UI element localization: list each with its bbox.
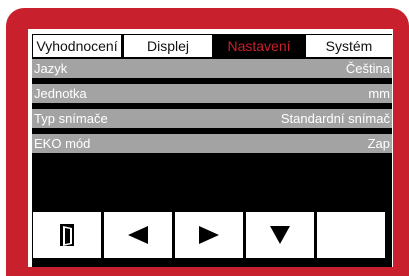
setting-value: mm xyxy=(368,86,390,101)
setting-label: EKO mód xyxy=(34,136,91,151)
tab-bar: Vyhodnocení Displej Nastavení Systém xyxy=(32,34,392,58)
setting-label: Jazyk xyxy=(34,61,68,76)
setting-row-sensor-type[interactable]: Typ snímače Standardní snímač xyxy=(32,109,392,128)
tab-vyhodnoceni[interactable]: Vyhodnocení xyxy=(33,35,121,57)
setting-row-unit[interactable]: Jednotka mm xyxy=(32,84,392,103)
setting-value: Čeština xyxy=(345,61,390,76)
tab-displej[interactable]: Displej xyxy=(124,35,212,57)
tab-system[interactable]: Systém xyxy=(306,35,392,57)
setting-value: Zap xyxy=(367,136,390,151)
empty-softkey-button[interactable] xyxy=(317,212,385,258)
display-screen: Vyhodnocení Displej Nastavení Systém Jaz… xyxy=(32,34,392,267)
left-button[interactable] xyxy=(104,212,172,258)
setting-value: Standardní snímač xyxy=(280,111,390,126)
softkey-toolbar xyxy=(32,212,392,258)
right-button[interactable] xyxy=(175,212,243,258)
setting-row-language[interactable]: Jazyk Čeština xyxy=(32,59,392,78)
exit-door-icon xyxy=(59,223,75,247)
device-frame: Vyhodnocení Displej Nastavení Systém Jaz… xyxy=(0,0,409,276)
down-button[interactable] xyxy=(246,212,314,258)
arrow-right-icon xyxy=(198,225,220,245)
setting-label: Typ snímače xyxy=(34,111,108,126)
arrow-down-icon xyxy=(269,225,291,245)
tab-nastaveni[interactable]: Nastavení xyxy=(215,35,303,57)
setting-row-eco-mode[interactable]: EKO mód Zap xyxy=(32,134,392,153)
setting-label: Jednotka xyxy=(34,86,87,101)
arrow-left-icon xyxy=(127,225,149,245)
exit-button[interactable] xyxy=(33,212,101,258)
